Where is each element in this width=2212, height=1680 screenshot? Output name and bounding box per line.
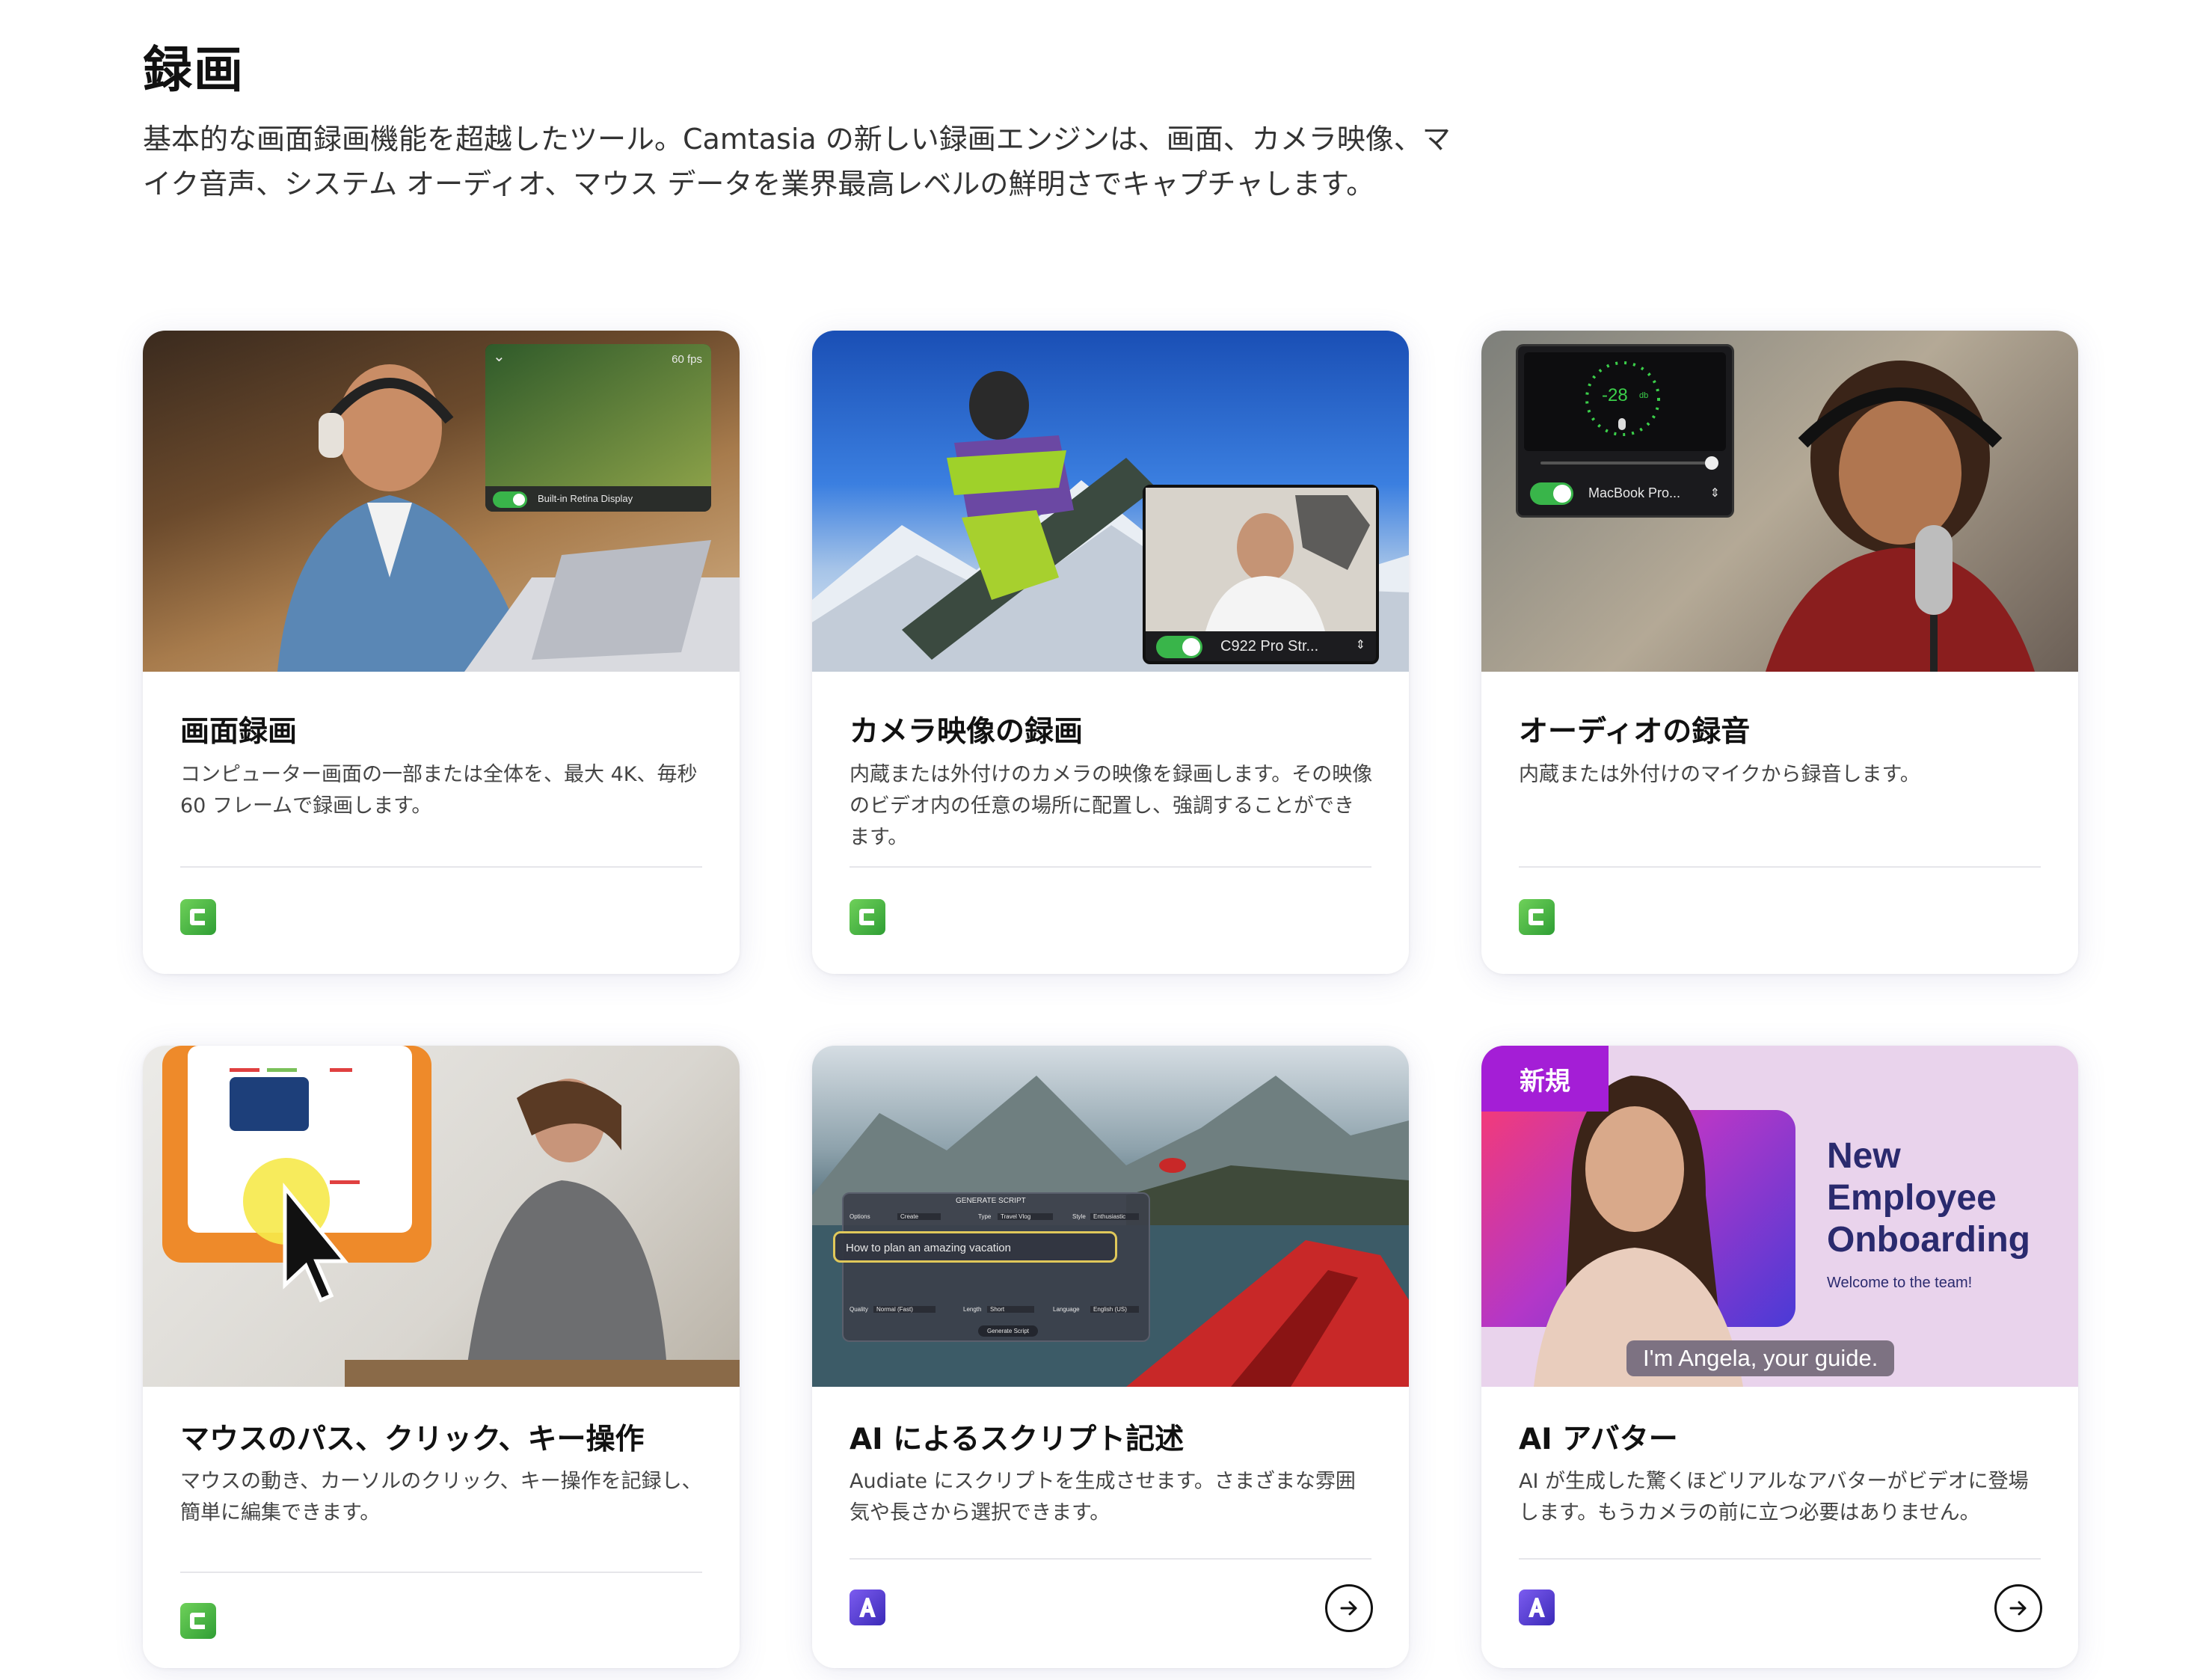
screen-preview-panel: ⌄ 60 fps Built-in Retina Display — [485, 344, 711, 512]
page-description: 基本的な画面録画機能を超越したツール。Camtasia の新しい録画エンジンは、… — [143, 123, 1451, 200]
card-text: Audiate にスクリプトを生成させます。さまざまな雰囲気や長さから選択できま… — [850, 1470, 1356, 1524]
card-text: 内蔵または外付けのマイクから録音します。 — [1519, 763, 1920, 786]
length-select[interactable]: Short — [987, 1306, 1035, 1313]
language-select[interactable]: English (US) — [1090, 1306, 1139, 1313]
card-divider — [1519, 1558, 2041, 1560]
card-image-audio-recording: -28 db MacBook Pro... ⇕ — [1481, 331, 2078, 672]
card-title: マウスのパス、クリック、キー操作 — [180, 1423, 645, 1456]
card-ai-avatar[interactable]: 新規 New Employee Onboarding Welcome to th… — [1481, 1046, 2078, 1668]
arrow-right-icon — [1340, 1601, 1357, 1616]
options-label: Options — [850, 1213, 870, 1220]
audiate-icon — [850, 1589, 885, 1625]
microphone-toggle[interactable] — [1530, 482, 1573, 505]
card-title: AI アバター — [1519, 1423, 1678, 1456]
card-title: AI によるスクリプト記述 — [850, 1423, 1185, 1456]
card-link-arrow-button[interactable] — [1325, 1584, 1373, 1632]
card-divider — [180, 1572, 702, 1573]
display-toggle[interactable] — [493, 491, 527, 508]
language-label: Language — [1053, 1306, 1080, 1313]
options-select[interactable]: Create — [897, 1213, 941, 1220]
card-camera-recording[interactable]: C922 Pro Str... ⇕ カメラ映像の録画 内蔵または外付けのカメラの… — [812, 331, 1409, 974]
card-divider — [850, 1558, 1371, 1560]
card-divider — [850, 866, 1371, 868]
chevron-down-icon[interactable]: ⌄ — [493, 347, 506, 366]
audio-level-value: -28 — [1602, 385, 1628, 405]
card-title: オーディオの録音 — [1519, 715, 1751, 749]
prompt-input[interactable]: How to plan an amazing vacation — [833, 1231, 1117, 1263]
type-label: Type — [978, 1213, 992, 1220]
prompt-text: How to plan an amazing vacation — [846, 1242, 1011, 1254]
panel-header: GENERATE SCRIPT — [956, 1197, 1026, 1205]
camera-preview-panel: C922 Pro Str... ⇕ — [1143, 485, 1379, 664]
select-arrows-icon[interactable]: ⇕ — [1356, 637, 1365, 652]
camtasia-icon — [1519, 899, 1555, 935]
camtasia-icon — [180, 1603, 216, 1639]
generate-script-button[interactable]: Generate Script — [978, 1325, 1039, 1337]
card-image-ai-avatar: 新規 New Employee Onboarding Welcome to th… — [1481, 1046, 2078, 1387]
card-ai-script[interactable]: GENERATE SCRIPT Options Create Type Trav… — [812, 1046, 1409, 1668]
card-title: 画面録画 — [180, 715, 298, 749]
page-title: 録画 — [143, 41, 245, 99]
audio-level-unit: db — [1639, 391, 1649, 400]
quality-label: Quality — [850, 1306, 868, 1313]
microphone-icon — [1618, 418, 1626, 430]
card-divider — [180, 866, 702, 868]
avatar-caption: I'm Angela, your guide. — [1626, 1340, 1895, 1376]
arrow-right-icon — [2009, 1601, 2027, 1616]
camera-toggle[interactable] — [1156, 636, 1202, 658]
card-image-screen-recording: ⌄ 60 fps Built-in Retina Display — [143, 331, 740, 672]
type-select[interactable]: Travel Vlog — [998, 1213, 1054, 1220]
style-select[interactable]: Enthusiastic — [1090, 1213, 1140, 1220]
card-text: マウスの動き、カーソルのクリック、キー操作を記録し、簡単に編集できます。 — [180, 1470, 702, 1524]
microphone-name[interactable]: MacBook Pro... — [1588, 485, 1680, 501]
audio-panel: -28 db MacBook Pro... ⇕ — [1516, 344, 1734, 518]
audiate-icon — [1519, 1589, 1555, 1625]
card-screen-recording[interactable]: ⌄ 60 fps Built-in Retina Display 画面録画 コン… — [143, 331, 740, 974]
card-audio-recording[interactable]: -28 db MacBook Pro... ⇕ オーディオの録音 内蔵または外付… — [1481, 331, 2078, 974]
display-name[interactable]: Built-in Retina Display — [538, 493, 633, 504]
audio-volume-slider[interactable] — [1540, 456, 1718, 470]
length-label: Length — [963, 1306, 982, 1313]
card-text: コンピューター画面の一部または全体を、最大 4K、毎秒 60 フレームで録画しま… — [180, 763, 698, 818]
quality-select[interactable]: Normal (Fast) — [873, 1306, 936, 1313]
card-link-arrow-button[interactable] — [1994, 1584, 2042, 1632]
avatar-welcome: Welcome to the team! — [1827, 1275, 1973, 1291]
style-label: Style — [1072, 1213, 1086, 1220]
card-text: 内蔵または外付けのカメラの映像を録画します。その映像のビデオ内の任意の場所に配置… — [850, 763, 1373, 849]
camtasia-icon — [180, 899, 216, 935]
card-text: AI が生成した驚くほどリアルなアバターがビデオに登場します。もうカメラの前に立… — [1519, 1470, 2029, 1524]
card-mouse-recording[interactable]: マウスのパス、クリック、キー操作 マウスの動き、カーソルのクリック、キー操作を記… — [143, 1046, 740, 1668]
camera-name[interactable]: C922 Pro Str... — [1220, 638, 1318, 655]
card-image-mouse-recording — [143, 1046, 740, 1387]
card-image-camera-recording: C922 Pro Str... ⇕ — [812, 331, 1409, 672]
card-image-ai-script: GENERATE SCRIPT Options Create Type Trav… — [812, 1046, 1409, 1387]
generate-script-panel: GENERATE SCRIPT Options Create Type Trav… — [833, 1192, 1150, 1342]
new-badge: 新規 — [1481, 1046, 1609, 1112]
camtasia-icon — [850, 899, 885, 935]
card-divider — [1519, 866, 2041, 868]
fps-label: 60 fps — [672, 353, 702, 366]
select-arrows-icon[interactable]: ⇕ — [1710, 485, 1720, 500]
card-title: カメラ映像の録画 — [850, 715, 1084, 749]
avatar-headline: New Employee Onboarding — [1827, 1136, 2030, 1260]
